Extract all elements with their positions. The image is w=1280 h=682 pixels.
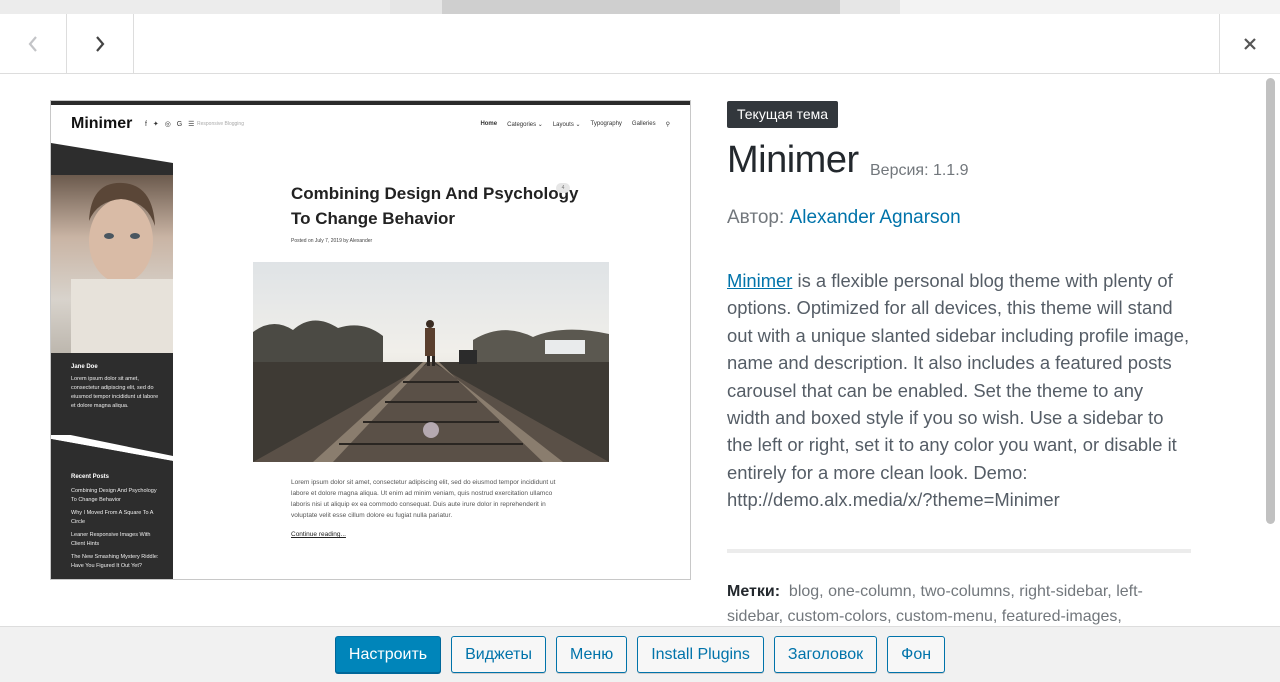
chevron-right-icon	[96, 36, 105, 52]
current-theme-badge: Текущая тема	[727, 101, 839, 128]
preview-post-meta: Posted on July 7, 2019 by Alexander	[291, 238, 373, 244]
theme-name: Minimer	[727, 139, 859, 181]
preview-menu-item: Home	[480, 121, 498, 127]
widgets-button[interactable]: Виджеты	[451, 636, 546, 673]
author-label: Автор:	[727, 207, 785, 228]
theme-actions: Настроить Виджеты Меню Install Plugins З…	[0, 626, 1280, 682]
install-plugins-button[interactable]: Install Plugins	[637, 636, 764, 673]
customize-button[interactable]: Настроить	[334, 636, 442, 673]
preview-tagline: Responsive Blogging	[197, 121, 244, 127]
preview-post-title: Combining Design And Psychology To Chang…	[291, 184, 579, 228]
chevron-left-icon	[28, 36, 37, 52]
author-link[interactable]: Alexander Agnarson	[790, 207, 961, 228]
preview-recent-post: Combining Design And Psychology To Chang…	[71, 488, 157, 503]
header-button[interactable]: Заголовок	[773, 636, 878, 673]
theme-author: Автор: Alexander Agnarson	[727, 207, 961, 229]
tags-label: Метки:	[727, 583, 781, 600]
background-button[interactable]: Фон	[887, 636, 946, 673]
theme-overlay-header	[0, 14, 1280, 74]
preview-profile-desc: Lorem ipsum dolor sit amet, consectetur …	[71, 376, 159, 409]
preview-menu: Home Categories ⌄ Layouts ⌄ Typography G…	[480, 121, 670, 128]
preview-recent-post: Why I Moved From A Square To A Circle	[71, 510, 154, 525]
preview-social-icons: f ✦ ◎ G ☰	[145, 121, 197, 128]
close-icon	[1244, 38, 1256, 50]
previous-theme-button[interactable]	[0, 14, 67, 74]
preview-comment-badge: 4	[556, 183, 570, 193]
theme-screenshot: Jane Doe Lorem ipsum dolor sit amet, con…	[50, 100, 691, 580]
scrollbar[interactable]	[1266, 78, 1275, 524]
preview-profile-name: Jane Doe	[71, 364, 98, 370]
background-strip	[0, 0, 1280, 14]
preview-menu-item: Categories ⌄	[507, 122, 543, 128]
next-theme-button[interactable]	[67, 14, 134, 74]
divider	[727, 549, 1191, 553]
description-text: is a flexible personal blog theme with p…	[727, 270, 1190, 511]
preview-site-logo: Minimer	[71, 115, 133, 132]
preview-recent-title: Recent Posts	[71, 474, 110, 480]
tags-list: blog, one-column, two-columns, right-sid…	[727, 583, 1143, 625]
preview-menu-item: Galleries	[631, 121, 656, 127]
preview-menu-item: Layouts ⌄	[552, 122, 581, 128]
preview-continue-link: Continue reading...	[291, 531, 346, 538]
preview-excerpt: Lorem ipsum dolor sit amet, consectetur …	[291, 479, 556, 519]
theme-info: Текущая тема Minimer Версия: 1.1.9 Автор…	[727, 75, 1191, 626]
theme-version: Версия: 1.1.9	[870, 162, 969, 179]
preview-search-icon: ⚲	[665, 122, 670, 128]
preview-recent-post: Leaner Responsive Images With Client Hin…	[71, 532, 151, 547]
theme-tags: Метки: blog, one-column, two-columns, ri…	[727, 579, 1167, 626]
close-overlay-button[interactable]	[1219, 14, 1280, 74]
theme-description: Minimer is a flexible personal blog them…	[727, 267, 1191, 514]
theme-details: Jane Doe Lorem ipsum dolor sit amet, con…	[0, 75, 1280, 626]
preview-featured-image	[253, 262, 609, 462]
menus-button[interactable]: Меню	[555, 636, 628, 673]
preview-recent-post: The New Smashing Mystery Riddle: Have Yo…	[71, 554, 159, 569]
theme-link[interactable]: Minimer	[727, 270, 792, 291]
preview-menu-item: Typography	[590, 121, 622, 127]
